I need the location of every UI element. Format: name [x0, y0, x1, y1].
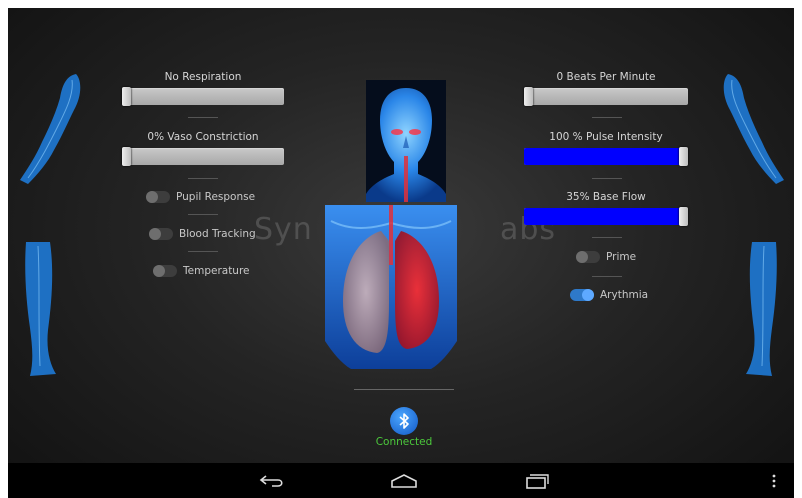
heart-rate-thumb[interactable]: [524, 87, 533, 106]
overflow-menu-button[interactable]: [764, 463, 784, 498]
bluetooth-button[interactable]: [390, 407, 418, 435]
switch-knob: [582, 289, 594, 301]
temperature-switch[interactable]: [153, 265, 177, 277]
pupil-response-switch[interactable]: [146, 191, 170, 203]
temperature-label: Temperature: [183, 265, 250, 277]
lungs-figure: [325, 205, 457, 369]
divider: [354, 389, 454, 390]
pupil-response-label: Pupil Response: [176, 191, 256, 203]
vaso-constriction-label: 0% Vaso Constriction: [147, 131, 259, 143]
divider: [592, 237, 622, 238]
divider: [188, 178, 218, 179]
overflow-menu-icon: [772, 474, 776, 487]
prime-toggle[interactable]: Prime: [576, 251, 636, 263]
switch-knob: [153, 265, 165, 277]
respiration-slider[interactable]: [122, 87, 284, 106]
divider: [592, 117, 622, 118]
base-flow-slider[interactable]: [524, 207, 688, 226]
vaso-constriction-thumb[interactable]: [122, 147, 131, 166]
respiration-thumb[interactable]: [122, 87, 131, 106]
arythmia-label: Arythmia: [600, 289, 649, 301]
switch-knob: [576, 251, 588, 263]
bluetooth-icon: [399, 413, 409, 429]
head-figure: [366, 80, 446, 202]
connection-status: Connected: [375, 436, 433, 448]
recent-apps-icon: [526, 473, 549, 489]
prime-label: Prime: [606, 251, 637, 263]
heart-rate-slider[interactable]: [524, 87, 688, 106]
switch-knob: [146, 191, 158, 203]
divider: [188, 117, 218, 118]
divider: [592, 178, 622, 179]
recent-apps-button[interactable]: [516, 463, 556, 498]
base-flow-label: 35% Base Flow: [566, 191, 646, 203]
pulse-intensity-thumb[interactable]: [679, 147, 688, 166]
left-leg-figure: [25, 242, 56, 376]
navigation-bar: [8, 463, 794, 498]
right-leg-figure: [746, 242, 777, 376]
back-icon: [259, 474, 283, 487]
right-arm-figure: [723, 74, 784, 184]
blood-tracking-switch[interactable]: [149, 228, 173, 240]
arythmia-toggle[interactable]: Arythmia: [570, 289, 648, 301]
blood-tracking-label: Blood Tracking: [179, 228, 256, 240]
base-flow-fill: [524, 208, 684, 225]
pupil-response-toggle[interactable]: Pupil Response: [146, 191, 255, 203]
temperature-toggle[interactable]: Temperature: [153, 265, 250, 277]
arythmia-switch[interactable]: [570, 289, 594, 301]
vaso-constriction-slider[interactable]: [122, 147, 284, 166]
home-button[interactable]: [384, 463, 424, 498]
switch-knob: [149, 228, 161, 240]
pulse-intensity-slider[interactable]: [524, 147, 688, 166]
simulator-screen: Syn abs No Respiration 0% Vaso Constrict…: [8, 8, 794, 498]
base-flow-thumb[interactable]: [679, 207, 688, 226]
divider: [592, 276, 622, 277]
heart-rate-label: 0 Beats Per Minute: [556, 71, 656, 83]
home-icon: [391, 473, 417, 488]
watermark-left: Syn: [254, 212, 313, 247]
left-arm-figure: [20, 74, 81, 184]
prime-switch[interactable]: [576, 251, 600, 263]
divider: [188, 251, 218, 252]
pulse-intensity-fill: [524, 148, 684, 165]
pulse-intensity-label: 100 % Pulse Intensity: [549, 131, 663, 143]
blood-tracking-toggle[interactable]: Blood Tracking: [149, 228, 256, 240]
back-button[interactable]: [252, 463, 292, 498]
divider: [188, 214, 218, 215]
respiration-label: No Respiration: [164, 71, 242, 83]
